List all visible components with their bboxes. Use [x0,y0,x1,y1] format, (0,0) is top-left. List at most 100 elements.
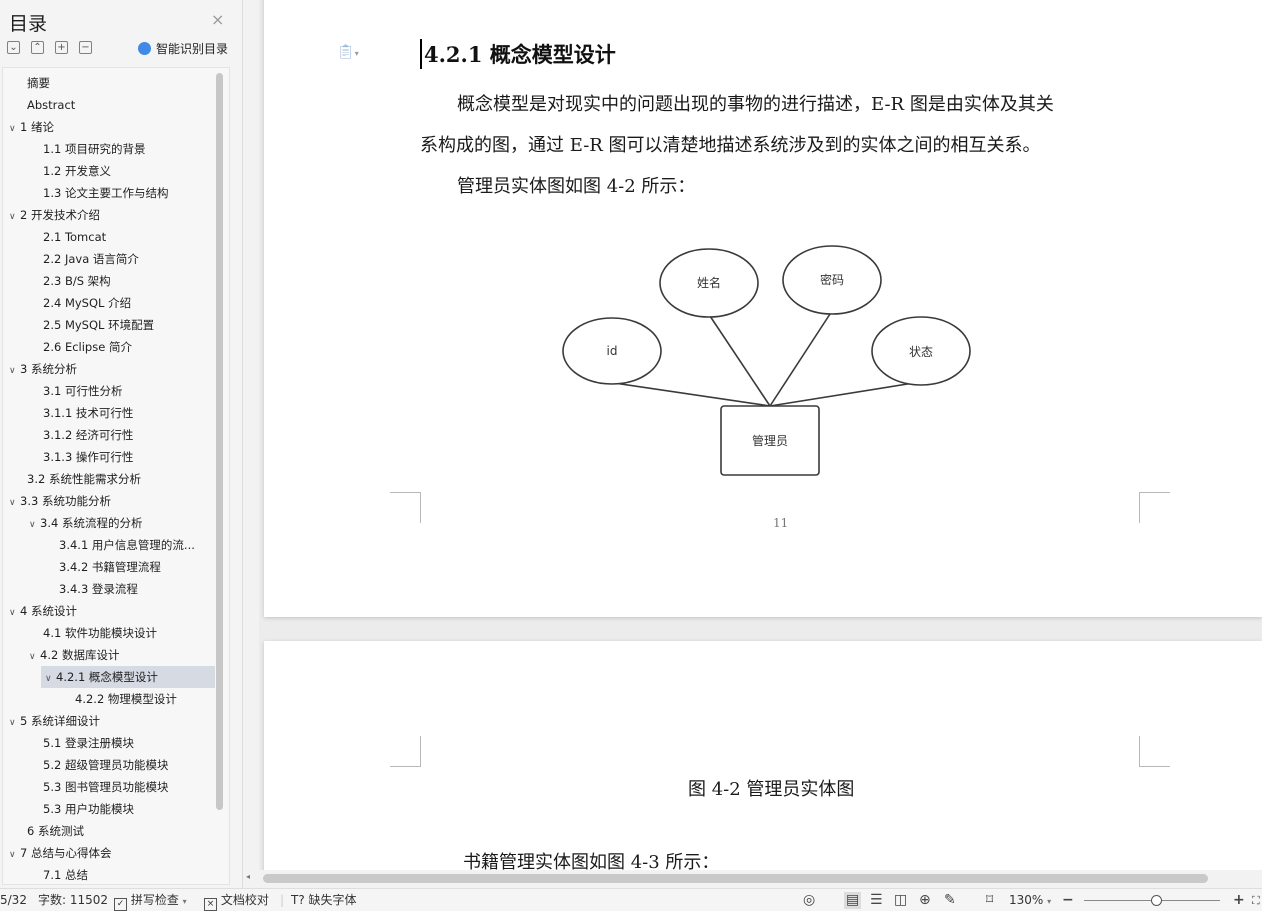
page-view-icon[interactable]: ▤ [844,892,862,909]
missing-font-button[interactable]: T? 缺失字体 [291,892,357,909]
horizontal-scrollbar-thumb[interactable] [263,874,1208,883]
paragraph-line: 系构成的图，通过 E-R 图可以清楚地描述系统涉及到的实体之间的相互关系。 [420,135,1041,156]
er-attr-label: 姓名 [697,275,721,290]
reading-mode-icon[interactable]: ◫ [894,892,907,909]
toc-item-label: 4.2 数据库设计 [40,648,120,662]
toc-item[interactable]: ∨ 4 系统设计 [3,600,215,622]
zoom-slider-thumb[interactable] [1151,895,1162,906]
spell-check-label: 拼写检查 [130,893,179,907]
toc-item[interactable]: 6 系统测试 [3,820,215,842]
toc-item[interactable]: 2.5 MySQL 环境配置 [3,314,215,336]
toc-item[interactable]: Abstract [3,94,215,116]
toc-item[interactable]: 3.1.2 经济可行性 [3,424,215,446]
toc-item[interactable]: ∨ 7 总结与心得体会 [3,842,215,864]
fit-page-icon[interactable]: ⌑ [986,892,993,909]
toc-item-label: 2.3 B/S 架构 [43,274,111,288]
horizontal-scrollbar[interactable] [259,870,1262,888]
web-view-icon[interactable]: ⊕ [919,892,931,909]
toc-item[interactable]: ∨ 2 开发技术介绍 [3,204,215,226]
toc-item[interactable]: 5.2 超级管理员功能模块 [3,754,215,776]
toc-item[interactable]: ∨ 4.2.1 概念模型设计 [41,666,215,688]
toc-item-label: 3.4.1 用户信息管理的流... [59,538,195,552]
doc-proof-button[interactable]: × 文档校对 [204,892,269,911]
zoom-out-icon[interactable]: − [1062,892,1074,909]
fullscreen-icon[interactable]: ⛶ [1252,892,1260,909]
toc-item[interactable]: 3.4.2 书籍管理流程 [3,556,215,578]
toc-item[interactable]: 4.1 软件功能模块设计 [3,622,215,644]
toc-item[interactable]: 2.1 Tomcat [3,226,215,248]
page-indicator[interactable]: 5/32 [0,892,27,909]
outline-view-icon[interactable]: ☰ [870,892,883,909]
toc-item[interactable]: 3.1.3 操作可行性 [3,446,215,468]
toc-item[interactable]: 2.3 B/S 架构 [3,270,215,292]
sidebar-resize-handle[interactable] [243,0,259,888]
chevron-down-icon[interactable]: ∨ [29,514,40,534]
toc-item[interactable]: ∨ 5 系统详细设计 [3,710,215,732]
toc-item[interactable]: ∨ 3 系统分析 [3,358,215,380]
toc-item[interactable]: 3.1 可行性分析 [3,380,215,402]
toc-item[interactable]: 3.1.1 技术可行性 [3,402,215,424]
add-level-icon[interactable]: + [55,41,68,54]
toc-item-label: 7.1 总结 [43,868,88,882]
chevron-down-icon[interactable]: ∨ [9,118,20,138]
er-diagram: id 姓名 密码 状态 管理员 [562,245,971,476]
crop-mark [390,492,421,523]
toc-item[interactable]: 5.3 图书管理员功能模块 [3,776,215,798]
chevron-down-icon[interactable]: ∨ [9,206,20,226]
chevron-down-icon[interactable]: ∨ [9,492,20,512]
toc-item-label: 7 总结与心得体会 [20,846,112,860]
toc-item[interactable]: 3.2 系统性能需求分析 [3,468,215,490]
remove-level-icon[interactable]: − [79,41,92,54]
zoom-level[interactable]: 130% ▾ [1009,892,1051,910]
chevron-down-icon[interactable]: ∨ [9,360,20,380]
paragraph-line: 管理员实体图如图 4-2 所示： [457,176,696,197]
expand-all-icon[interactable]: ⌃ [31,41,44,54]
toc-item[interactable]: 5.3 用户功能模块 [3,798,215,820]
toc-item[interactable]: 3.4.1 用户信息管理的流... [3,534,215,556]
spell-check-button[interactable]: ✓ 拼写检查 ▾ [114,892,187,911]
smart-toc-button[interactable]: 智能识别目录 [138,40,228,57]
toc-scrollbar[interactable] [216,73,223,810]
toc-item-label: 5 系统详细设计 [20,714,100,728]
paste-options-icon[interactable]: 📋︎▾ [337,44,359,60]
toc-item-label: 4.2.1 概念模型设计 [56,670,158,684]
toc-item[interactable]: 2.6 Eclipse 简介 [3,336,215,358]
toc-item-label: 3.4 系统流程的分析 [40,516,143,530]
chevron-down-icon[interactable]: ∨ [45,668,56,688]
collapse-all-icon[interactable]: ⌄ [7,41,20,54]
eye-protection-icon[interactable]: ◎ [803,892,815,909]
toc-item-label: 2.4 MySQL 介绍 [43,296,132,310]
toc-item[interactable]: 5.1 登录注册模块 [3,732,215,754]
toc-item-label: 2.1 Tomcat [43,230,107,244]
er-connector [769,313,831,407]
er-connector [613,382,771,407]
zoom-in-icon[interactable]: + [1233,892,1245,909]
toc-list: 摘要 Abstract ∨ 1 绪论 1.1 项目研究的背景 1.2 开发意义 1.3 论文… [2,67,230,885]
toc-item[interactable]: 7.1 总结 [3,864,215,884]
chevron-down-icon[interactable]: ∨ [9,602,20,622]
scroll-left-icon[interactable]: ◂ [246,872,250,881]
toc-item[interactable]: 3.4.3 登录流程 [3,578,215,600]
toc-item[interactable]: ∨ 3.4 系统流程的分析 [3,512,215,534]
toc-item[interactable]: 2.4 MySQL 介绍 [3,292,215,314]
toc-item[interactable]: 2.2 Java 语言简介 [3,248,215,270]
chevron-down-icon[interactable]: ∨ [9,712,20,732]
chevron-down-icon: ▾ [1047,897,1052,906]
toc-item[interactable]: 摘要 [3,72,215,94]
toc-item[interactable]: ∨ 1 绪论 [3,116,215,138]
toc-item[interactable]: 1.2 开发意义 [3,160,215,182]
toc-item[interactable]: ∨ 3.3 系统功能分析 [3,490,215,512]
toc-item-label: 2.5 MySQL 环境配置 [43,318,155,332]
pen-icon[interactable]: ✎ [944,892,956,909]
word-count[interactable]: 字数: 11502 [38,892,108,909]
chevron-down-icon[interactable]: ∨ [29,646,40,666]
toc-item[interactable]: ∨ 4.2 数据库设计 [3,644,215,666]
chevron-down-icon[interactable]: ∨ [9,844,20,864]
toc-item[interactable]: 1.1 项目研究的背景 [3,138,215,160]
missing-font-icon: T? [291,893,305,907]
close-icon[interactable]: × [211,10,224,29]
page [264,641,1262,888]
toc-item[interactable]: 4.2.2 物理模型设计 [3,688,215,710]
crop-mark [1139,492,1170,523]
toc-item[interactable]: 1.3 论文主要工作与结构 [3,182,215,204]
